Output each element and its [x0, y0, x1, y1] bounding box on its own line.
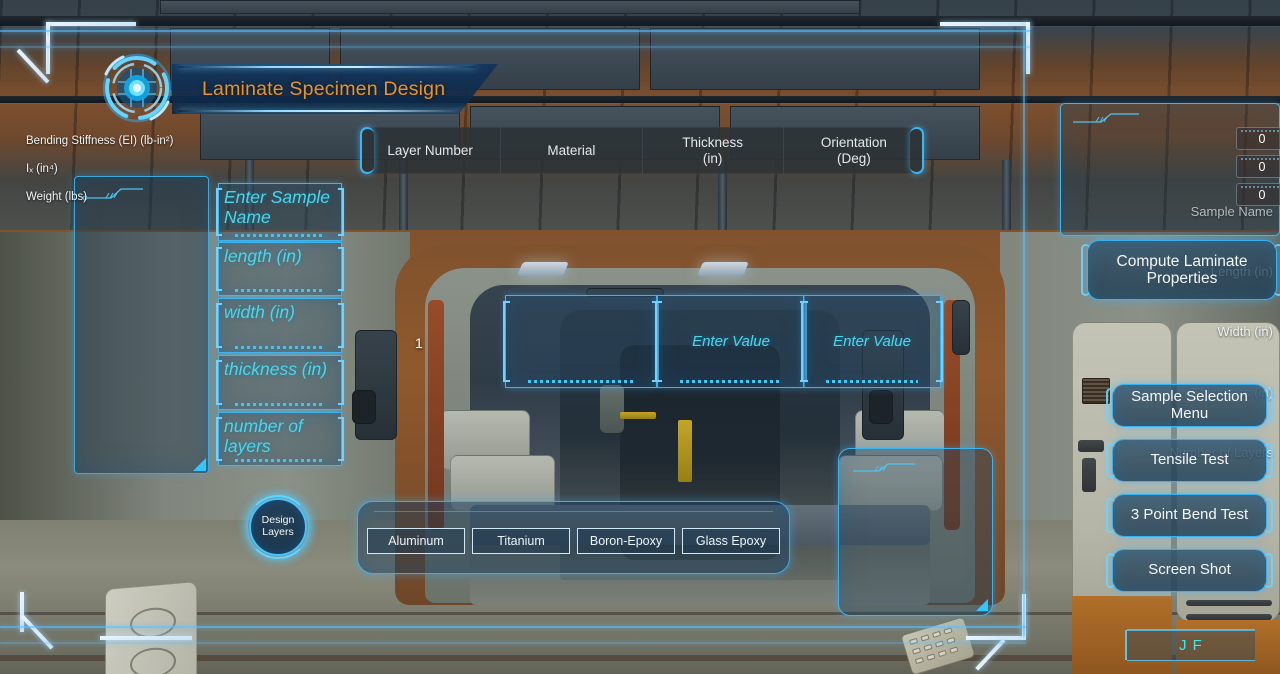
layer-orientation-cell[interactable]: Enter Value	[801, 295, 943, 388]
panel-corner-accent	[976, 599, 988, 611]
label-width: Width (in)	[1217, 324, 1273, 339]
panel-corner-accent	[193, 458, 206, 471]
layer-thickness-cell[interactable]: Enter Value	[655, 295, 807, 388]
stat-value-weight: 0	[1236, 183, 1280, 206]
number-of-layers-input[interactable]: number of layers	[216, 412, 344, 466]
layer-thickness-placeholder: Enter Value	[692, 333, 770, 350]
preview-panel	[838, 448, 993, 616]
length-input[interactable]: length (in)	[216, 242, 344, 296]
screen-shot-button[interactable]: Screen Shot	[1106, 549, 1273, 592]
page-title: Laminate Specimen Design	[202, 77, 446, 100]
width-placeholder: width (in)	[224, 302, 295, 322]
material-button-boron-epoxy[interactable]: Boron-Epoxy	[576, 527, 676, 555]
thickness-input[interactable]: thickness (in)	[216, 355, 344, 410]
stat-label-weight: Weight (lbs)	[26, 191, 88, 203]
width-input[interactable]: width (in)	[216, 298, 344, 353]
sample-selection-menu-button[interactable]: Sample Selection Menu	[1106, 384, 1273, 427]
material-button-titanium[interactable]: Titanium	[471, 527, 571, 555]
thickness-placeholder: thickness (in)	[224, 359, 328, 379]
app-emblem-icon	[90, 52, 184, 124]
column-header-thickness: Thickness (in)	[643, 127, 784, 174]
footer-signature: J F	[1125, 629, 1255, 661]
material-selection-bar: Aluminum Titanium Boron-Epoxy Glass Epox…	[357, 501, 790, 574]
column-header-layer-number: Layer Number	[360, 127, 502, 174]
three-point-bend-test-button[interactable]: 3 Point Bend Test	[1106, 494, 1273, 537]
compute-laminate-properties-button[interactable]: Compute Laminate Properties	[1081, 240, 1280, 300]
layer-row: 1 Enter Value Enter Value	[415, 295, 945, 391]
column-header-orientation: Orientation (Deg)	[820, 134, 887, 166]
stat-value-bending-stiffness: 0	[1236, 127, 1280, 150]
stat-row-weight: Weight (lbs)	[26, 184, 276, 210]
material-button-glass-epoxy[interactable]: Glass Epoxy	[681, 527, 781, 555]
stat-value-moment-of-inertia: 0	[1236, 155, 1280, 178]
stat-row-moment-of-inertia: Iₓ (in⁴)	[26, 156, 276, 182]
number-of-layers-placeholder: number of layers	[224, 416, 303, 456]
panel-deco-line	[851, 461, 917, 473]
layer-number-value: 1	[415, 335, 423, 351]
layer-material-cell[interactable]	[503, 295, 659, 388]
material-button-aluminum[interactable]: Aluminum	[366, 527, 466, 555]
design-layers-ring-secondary	[246, 495, 310, 559]
design-layers-button[interactable]: Design Layers	[246, 495, 310, 559]
spec-input-column: Enter Sample Name length (in) width (in)…	[216, 183, 344, 466]
stat-row-bending-stiffness: Bending Stiffness (EI) (lb-in²)	[26, 128, 276, 154]
panel-deco-line	[1071, 112, 1141, 125]
layer-orientation-placeholder: Enter Value	[833, 333, 911, 350]
column-header-material: Material	[501, 127, 643, 174]
length-placeholder: length (in)	[224, 246, 302, 266]
signature-text: J F	[1179, 636, 1203, 654]
layer-table-header: Layer Number Material Thickness (in) Ori…	[360, 127, 924, 174]
specimen-spec-panel	[74, 176, 209, 474]
tensile-test-button[interactable]: Tensile Test	[1106, 439, 1273, 482]
material-bar-deco	[374, 511, 773, 512]
app-title-banner: Laminate Specimen Design	[172, 64, 498, 114]
stat-label-bending-stiffness: Bending Stiffness (EI) (lb-in²)	[26, 135, 174, 147]
stat-label-moment-of-inertia: Iₓ (in⁴)	[26, 163, 58, 175]
